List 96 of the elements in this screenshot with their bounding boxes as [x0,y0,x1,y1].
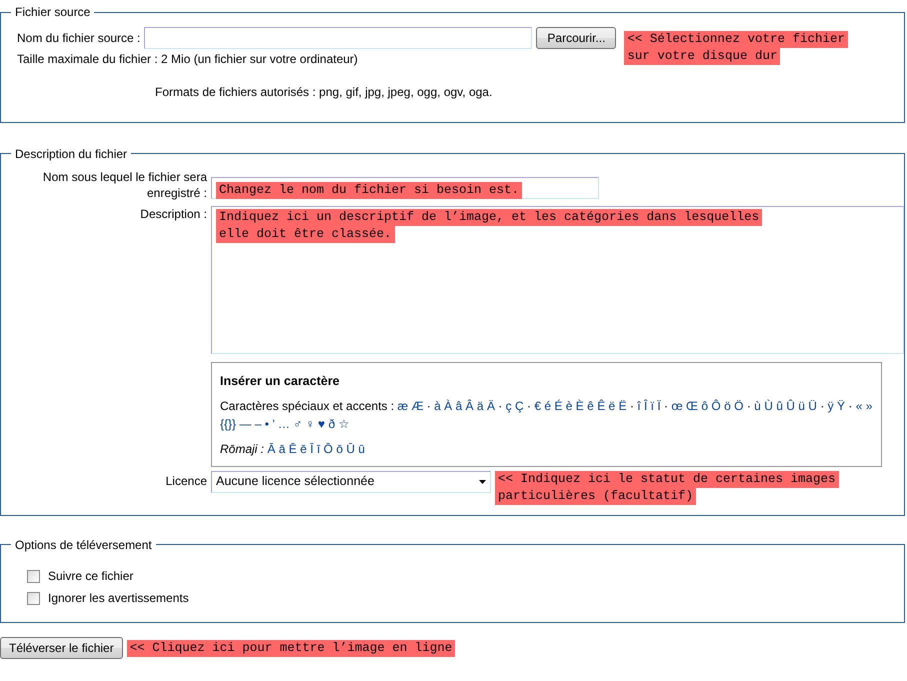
char-link[interactable]: è [566,399,572,414]
caret-icon [479,480,486,484]
char-link[interactable]: – [254,417,262,432]
char-link[interactable]: ð [328,417,336,432]
annotation-note: << Cliquez ici pour mettre l’image en ligne [126,640,456,657]
char-link[interactable]: ’ [272,417,275,432]
char-link[interactable]: î [637,399,641,414]
char-link[interactable]: Ô [711,399,721,414]
char-link[interactable]: ā [278,442,286,456]
char-link[interactable]: Ê [597,399,606,414]
char-link[interactable]: È [576,399,584,414]
char-link[interactable]: {{}} [220,417,236,432]
char-link[interactable]: ū [358,442,365,456]
char-link[interactable]: é [544,399,552,414]
submit-button[interactable]: Téléverser le fichier [0,637,123,660]
file-input-field[interactable] [144,27,532,50]
checkbox-label: Suivre ce fichier [48,568,134,584]
formats-info: Formats de fichiers autorisés : png, gif, jpg, jpeg, ogg, ogv, oga. [155,84,492,100]
char-link[interactable]: Ÿ [837,399,846,414]
annotation-note: elle doit être classée. [216,226,395,243]
char-link[interactable]: « [856,399,862,414]
checkbox-label: Ignorer les avertissements [48,590,189,606]
char-link[interactable]: ē [300,442,307,456]
char-link[interactable]: ♂ [293,417,302,432]
char-link[interactable]: Ï [657,399,661,414]
char-link[interactable]: û [776,399,783,414]
char-link[interactable]: ÿ [828,399,834,414]
separator: · [848,399,852,414]
license-select[interactable]: Aucune licence sélectionnée [211,470,491,493]
char-link[interactable]: À [444,399,452,414]
char-link[interactable]: ï [650,399,654,414]
char-link[interactable]: — [239,417,252,432]
separator: · [527,399,531,414]
separator: · [664,399,668,414]
browse-button[interactable]: Parcourir... [536,27,616,50]
field-label: Licence [164,472,207,489]
char-link[interactable]: … [278,417,290,432]
char-link[interactable]: Û [786,399,795,414]
char-link[interactable]: ô [701,399,708,414]
field-label: Nom sous lequel le fichier sera enregistré : [42,169,207,202]
char-link[interactable]: ê [587,399,594,414]
separator: · [820,399,824,414]
charset-label: Rōmaji : [220,442,264,456]
checkbox[interactable] [27,592,40,605]
annotation-note: << Indiquez ici le statut de certaines images [495,470,839,488]
char-link[interactable]: Œ [686,399,698,414]
char-link[interactable]: æ [397,399,408,414]
char-link[interactable]: Ü [808,399,817,414]
char-link[interactable]: Î [644,399,648,414]
char-link[interactable]: Ù [764,399,773,414]
field-label: Description : [139,206,207,223]
charset-label: Caractères spéciaux et accents : [220,399,396,414]
char-link[interactable]: Æ [411,399,424,414]
annotation-note: Changez le nom du fichier si besoin est. [216,182,522,200]
char-link[interactable]: Ë [618,399,627,414]
name-input-field[interactable]: Changez le nom du fichier si besoin est. [211,177,599,200]
char-link[interactable]: ö [724,399,731,414]
char-link[interactable]: ♥ [318,417,326,432]
char-link[interactable]: ü [798,399,805,414]
char-link[interactable]: ë [608,399,616,414]
char-link[interactable]: ♀ [306,417,315,432]
char-link[interactable]: Ū [346,442,355,456]
char-link[interactable]: Ç [514,399,524,414]
description-textarea[interactable]: Indiquez ici un descriptif de l’image, et les catégories dans lesquelles elle doit être classée. [211,206,904,354]
annotation-note: particulières (facultatif) [495,488,696,505]
char-link[interactable]: ō [336,442,343,456]
char-link[interactable]: â [456,399,462,414]
panel-title: Insérer un caractère [220,372,341,390]
separator: · [630,399,634,414]
char-link[interactable]: Ī [310,442,314,456]
char-link[interactable]: ä [476,399,484,414]
field-label: Nom du fichier source : [17,30,140,46]
separator: · [426,399,431,414]
char-link[interactable]: » [866,399,872,414]
checkbox[interactable] [27,570,40,583]
char-link[interactable]: Ā [267,442,276,456]
char-link[interactable]: ī [316,442,320,456]
separator: · [746,399,751,414]
size-info: Taille maximale du fichier : 2 Mio (un fichier sur votre ordinateur) [17,51,358,68]
separator: · [498,399,502,414]
char-link[interactable]: ù [754,399,761,414]
char-link[interactable]: œ [671,399,683,414]
annotation-note: << Sélectionnez votre fichier [624,31,848,48]
char-link[interactable]: Ē [288,442,297,456]
char-link[interactable]: ç [506,399,512,414]
char-link[interactable]: ☆ [338,417,350,432]
char-link[interactable]: Â [466,399,474,414]
char-link[interactable]: Ä [486,399,495,414]
annotation-note: sur votre disque dur [624,48,780,66]
char-link[interactable]: • [264,417,269,432]
char-link[interactable]: Ö [734,399,744,414]
char-link[interactable]: É [554,399,562,414]
char-link[interactable]: Ō [324,442,333,456]
char-link[interactable]: € [534,399,542,414]
annotation-note: Indiquez ici un descriptif de l’image, et les catégories dans lesquelles [216,208,762,226]
char-link[interactable]: à [434,399,441,414]
